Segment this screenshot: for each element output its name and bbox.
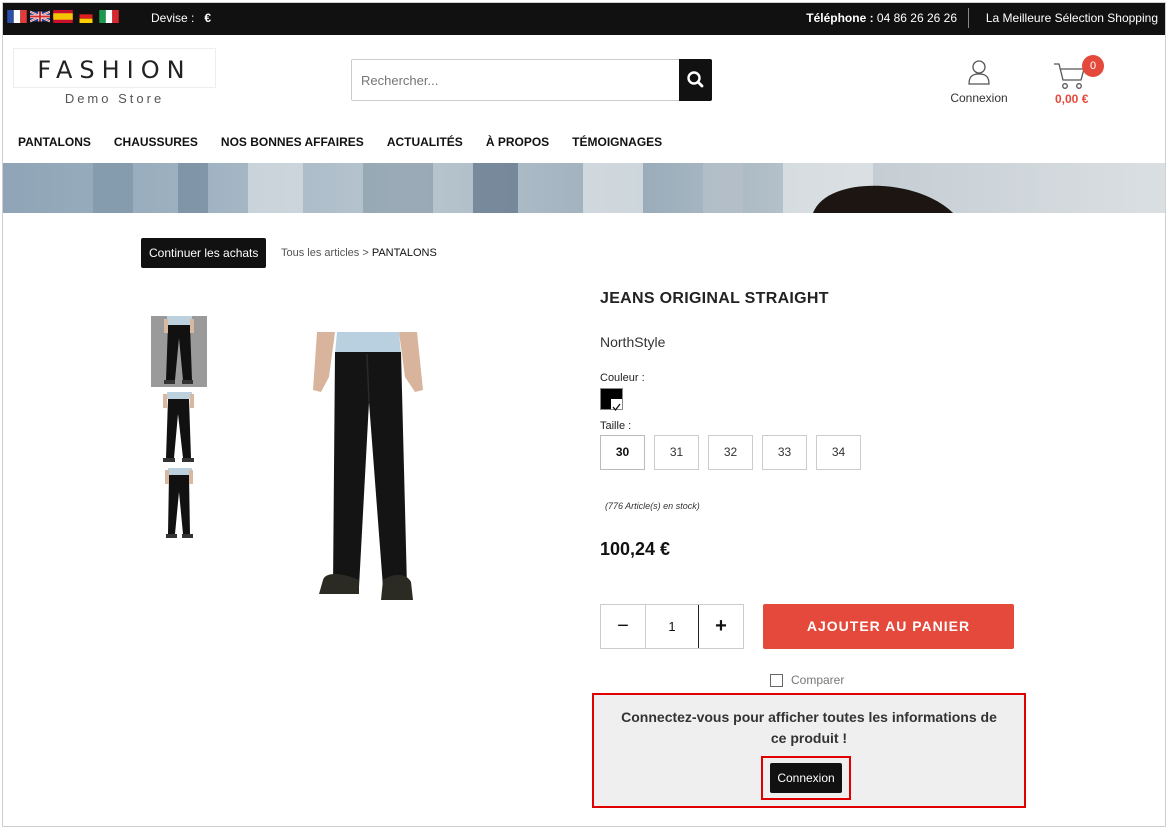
product-price: 100,24 € [600, 539, 671, 559]
login-prompt-message: Connectez-vous pour afficher toutes les … [621, 709, 997, 746]
product-thumbnail-2[interactable] [151, 392, 207, 463]
size-option-32[interactable]: 32 [708, 435, 753, 470]
quantity-decrease-button[interactable]: − [601, 605, 645, 648]
compare-checkbox[interactable] [770, 673, 783, 687]
nav-item-chaussures[interactable]: CHAUSSURES [114, 135, 198, 149]
search-icon [687, 71, 704, 88]
user-icon [968, 60, 990, 85]
quantity-stepper: − 1 + [600, 604, 744, 649]
add-to-cart-button[interactable]: AJOUTER AU PANIER [763, 604, 1014, 649]
search-bar [351, 59, 712, 101]
it-flag-icon[interactable] [99, 10, 119, 23]
product-thumbnail-3[interactable] [151, 468, 207, 539]
topbar-divider [968, 8, 969, 28]
breadcrumb-current: PANTALONS [371, 247, 437, 259]
breadcrumb-separator: > [362, 247, 369, 259]
size-label: Taille : [600, 420, 632, 432]
check-icon [611, 399, 622, 412]
size-option-30[interactable]: 30 [600, 435, 645, 470]
search-input[interactable] [352, 60, 678, 100]
product-main-image[interactable] [299, 332, 434, 604]
phone-info: Téléphone : 04 86 26 26 26 [806, 11, 957, 25]
nav-item-actualites[interactable]: ACTUALITÉS [387, 135, 463, 149]
product-brand[interactable]: NorthStyle [600, 334, 665, 350]
color-label: Couleur : [600, 372, 645, 384]
account-label: Connexion [950, 91, 1008, 105]
es-flag-icon[interactable] [53, 10, 73, 23]
size-option-31[interactable]: 31 [654, 435, 699, 470]
color-swatch-black[interactable] [600, 388, 623, 412]
breadcrumb-root[interactable]: Tous les articles [281, 247, 359, 259]
compare-toggle[interactable]: Comparer [770, 673, 844, 687]
de-flag-icon[interactable] [76, 10, 96, 23]
slogan: La Meilleure Sélection Shopping [985, 11, 1158, 25]
hero-banner-image [3, 163, 1165, 213]
search-button[interactable] [679, 59, 712, 101]
compare-label: Comparer [791, 673, 845, 687]
currency-label: Devise : [151, 11, 195, 25]
fr-flag-icon[interactable] [7, 10, 27, 23]
top-bar: Devise : € Téléphone : 04 86 26 26 26 La … [3, 3, 1165, 35]
product-title: JEANS ORIGINAL STRAIGHT [600, 290, 829, 307]
language-flags [7, 10, 119, 23]
size-option-34[interactable]: 34 [816, 435, 861, 470]
phone-label: Téléphone : [806, 11, 874, 25]
nav-item-bonnes-affaires[interactable]: NOS BONNES AFFAIRES [221, 135, 364, 149]
nav-item-temoignages[interactable]: TÉMOIGNAGES [572, 135, 662, 149]
size-options: 30 31 32 33 34 [600, 435, 861, 470]
phone-number: 04 86 26 26 26 [873, 11, 957, 25]
continue-shopping-button[interactable]: Continuer les achats [141, 238, 267, 268]
stock-info: (776 Article(s) en stock) [605, 501, 700, 511]
size-option-33[interactable]: 33 [762, 435, 807, 470]
nav-item-a-propos[interactable]: À PROPOS [486, 135, 549, 149]
store-logo[interactable]: FASHION Demo Store [13, 48, 216, 106]
logo-subtitle: Demo Store [64, 91, 165, 106]
login-button[interactable]: Connexion [770, 763, 842, 793]
account-link[interactable]: Connexion [947, 59, 1011, 105]
banner-person-silhouette [813, 185, 953, 213]
nav-item-pantalons[interactable]: PANTALONS [18, 135, 91, 149]
login-button-highlight: Connexion [761, 756, 851, 800]
currency-selector[interactable]: Devise : € [151, 11, 211, 25]
cart-total: 0,00 € [1055, 92, 1089, 106]
quantity-increase-button[interactable]: + [699, 605, 743, 648]
login-prompt-box: Connectez-vous pour afficher toutes les … [592, 693, 1026, 808]
quantity-input[interactable]: 1 [645, 605, 699, 648]
breadcrumb: Tous les articles > PANTALONS [281, 247, 437, 259]
currency-value[interactable]: € [204, 11, 211, 25]
main-nav: PANTALONS CHAUSSURES NOS BONNES AFFAIRES… [18, 135, 685, 149]
cart-count-badge: 0 [1082, 55, 1104, 77]
gb-flag-icon[interactable] [30, 10, 50, 23]
page-frame: Devise : € Téléphone : 04 86 26 26 26 La … [2, 2, 1166, 827]
logo-title: FASHION [37, 56, 192, 84]
product-thumbnail-1[interactable] [151, 316, 207, 387]
